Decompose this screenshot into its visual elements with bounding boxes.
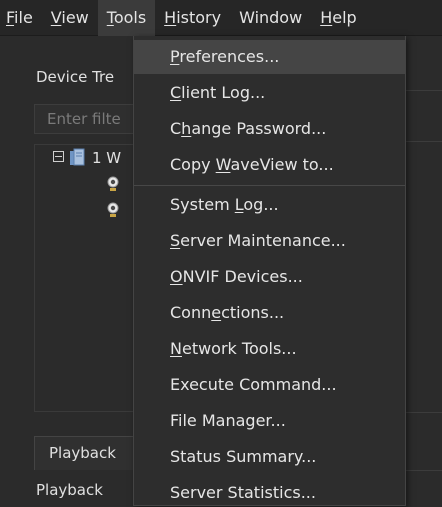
menu-item-file-manager[interactable]: File Manager... (134, 404, 405, 438)
menu-item-client-log[interactable]: Client Log... (134, 76, 405, 110)
panel-divider (405, 141, 442, 142)
menu-item-network-tools[interactable]: Network Tools... (134, 332, 405, 366)
tools-dropdown-menu: Preferences... Client Log... Change Pass… (133, 36, 406, 506)
menu-separator (134, 185, 405, 186)
menu-item-execute-command[interactable]: Execute Command... (134, 368, 405, 402)
menu-tools[interactable]: Tools (97, 0, 156, 36)
panel-divider (405, 90, 442, 91)
tab-playback[interactable]: Playback (34, 436, 136, 470)
menu-history[interactable]: History (155, 0, 230, 36)
panel-divider (405, 412, 442, 413)
tree-collapse-icon[interactable] (53, 151, 64, 162)
menu-item-onvif-devices[interactable]: ONVIF Devices... (134, 260, 405, 294)
playback-label: Playback (36, 481, 103, 499)
menu-file[interactable]: File (0, 0, 42, 36)
menu-item-change-password[interactable]: Change Password... (134, 112, 405, 146)
menu-item-copy-waveview[interactable]: Copy WaveView to... (134, 148, 405, 182)
tree-root-label[interactable]: 1 W (92, 149, 121, 167)
menu-view[interactable]: View (42, 0, 98, 36)
background-panel (405, 37, 442, 507)
server-icon (70, 148, 85, 166)
panel-divider (405, 470, 442, 471)
menu-item-connections[interactable]: Connections... (134, 296, 405, 330)
menu-item-status-summary[interactable]: Status Summary... (134, 440, 405, 474)
device-tree-title: Device Tre (36, 68, 115, 86)
menu-bar: File View Tools History Window Help (0, 0, 442, 36)
menu-item-server-statistics[interactable]: Server Statistics... (134, 476, 405, 505)
camera-icon (107, 176, 119, 191)
menu-item-preferences[interactable]: Preferences... (134, 40, 405, 74)
menu-window[interactable]: Window (230, 0, 311, 36)
menu-item-system-log[interactable]: System Log... (134, 188, 405, 222)
menu-help[interactable]: Help (311, 0, 365, 36)
menu-item-server-maintenance[interactable]: Server Maintenance... (134, 224, 405, 258)
camera-icon (107, 202, 119, 217)
